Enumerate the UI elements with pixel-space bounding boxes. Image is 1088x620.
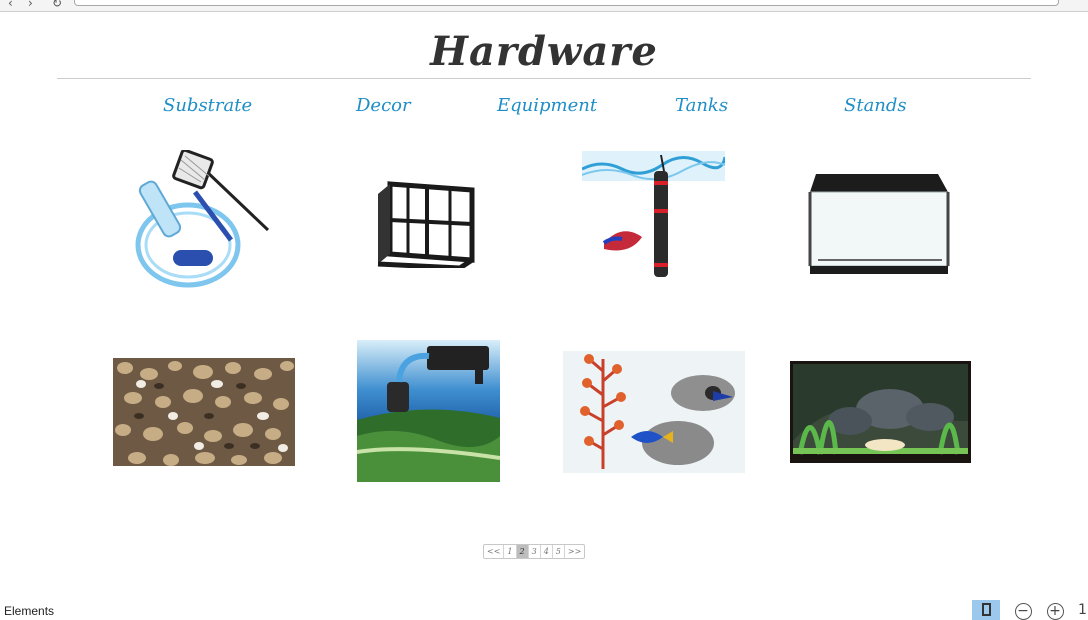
pager-page-5[interactable]: 5 — [553, 545, 565, 558]
nav-link-tanks[interactable]: Tanks — [675, 95, 728, 116]
page-title: Hardware — [430, 28, 658, 75]
product-heater[interactable] — [582, 151, 725, 281]
forward-icon[interactable]: › — [28, 0, 33, 10]
zoom-level: 1 — [1078, 602, 1087, 618]
product-gravel[interactable] — [113, 358, 295, 466]
product-stand-frame[interactable] — [372, 180, 478, 268]
pager-page-4[interactable]: 4 — [541, 545, 553, 558]
pagination: << 1 2 3 4 5 >> — [483, 544, 586, 559]
pager-page-2-current[interactable]: 2 — [516, 545, 529, 558]
pager-first-button[interactable]: << — [484, 545, 505, 558]
product-decor[interactable] — [563, 351, 745, 473]
tank-icon — [808, 174, 950, 274]
nav-link-stands[interactable]: Stands — [844, 95, 907, 116]
pager-last-button[interactable]: >> — [565, 545, 584, 558]
decor-icon — [563, 351, 745, 473]
title-divider — [57, 78, 1031, 79]
elements-panel-tab[interactable]: Elements — [4, 604, 54, 618]
browser-toolbar: ‹ › ↻ — [0, 0, 1088, 12]
siphon-net-icon — [135, 150, 270, 288]
zoom-in-icon: + — [1046, 603, 1064, 620]
product-glass-tank[interactable] — [808, 170, 950, 276]
nav-link-decor[interactable]: Decor — [356, 95, 411, 116]
stand-frame-icon — [377, 181, 475, 268]
address-bar[interactable] — [74, 0, 1059, 6]
device-icon — [981, 603, 991, 616]
product-aquascape[interactable] — [790, 361, 971, 463]
product-filter[interactable] — [357, 340, 500, 482]
filter-icon — [357, 340, 500, 482]
nav-link-substrate[interactable]: Substrate — [163, 95, 252, 116]
aquascape-icon — [790, 361, 971, 463]
reload-icon[interactable]: ↻ — [52, 0, 62, 10]
zoom-out-icon: − — [1014, 603, 1032, 620]
gravel-icon — [113, 358, 295, 466]
nav-link-equipment[interactable]: Equipment — [497, 95, 597, 116]
zoom-out-button[interactable]: − — [1009, 600, 1037, 620]
heater-icon — [582, 151, 725, 277]
back-icon[interactable]: ‹ — [8, 0, 13, 10]
product-siphon-net[interactable] — [133, 150, 273, 292]
pager-page-1[interactable]: 1 — [504, 545, 517, 558]
zoom-in-button[interactable]: + — [1041, 600, 1069, 620]
pager-page-3[interactable]: 3 — [529, 545, 541, 558]
device-mode-button[interactable] — [972, 600, 1000, 620]
